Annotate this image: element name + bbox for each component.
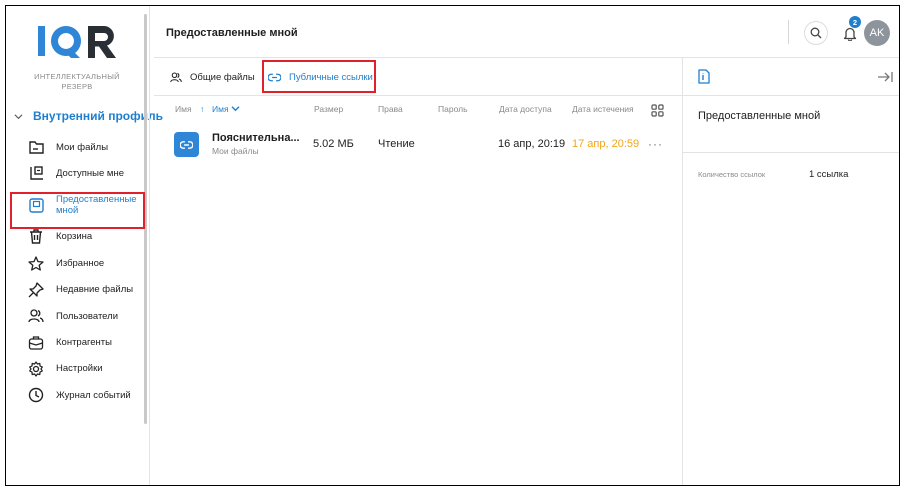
users-icon — [170, 71, 182, 82]
sidebar-divider — [149, 6, 150, 485]
more-options-button[interactable]: ··· — [648, 137, 663, 151]
chevron-down-icon — [14, 113, 23, 119]
file-size: 5.02 МБ — [313, 138, 354, 150]
sidebar-item-event-log[interactable]: Журнал событий — [6, 382, 148, 408]
column-name-header[interactable]: Имя — [175, 104, 192, 114]
details-panel-title: Предоставленные мной — [698, 110, 821, 122]
file-location: Мои файлы — [212, 146, 259, 156]
trash-icon — [28, 229, 44, 245]
file-access-date: 16 апр, 20:19 — [498, 138, 566, 150]
sidebar-item-label: Настройки — [56, 363, 103, 375]
avatar[interactable]: AK — [864, 20, 890, 46]
links-count-label: Количество ссылок — [698, 170, 766, 179]
grid-view-icon — [651, 104, 664, 117]
page-title: Предоставленные мной — [166, 27, 298, 39]
header-separator — [788, 20, 789, 44]
sidebar-item-recent-files[interactable]: Недавние файлы — [6, 277, 148, 303]
details-divider — [682, 58, 683, 485]
tab-shared-files[interactable]: Общие файлы — [170, 66, 255, 88]
sidebar-item-label: Журнал событий — [56, 389, 131, 401]
sort-dropdown[interactable]: Имя — [212, 104, 240, 114]
app-window: ИНТЕЛЛЕКТУАЛЬНЫЙ РЕЗЕРВ Внутренний профи… — [5, 5, 900, 486]
sidebar-item-users[interactable]: Пользователи — [6, 303, 148, 329]
column-access-date-header[interactable]: Дата доступа — [499, 104, 552, 114]
sidebar-nav: Мои файлы Доступные мне Предоставленные … — [6, 134, 148, 409]
folder-icon — [28, 139, 44, 155]
file-link-icon — [174, 132, 199, 157]
notification-badge: 2 — [849, 16, 861, 28]
column-password-header[interactable]: Пароль — [438, 104, 468, 114]
sidebar-item-settings[interactable]: Настройки — [6, 356, 148, 382]
search-button[interactable] — [804, 21, 828, 45]
highlight-box — [10, 192, 145, 229]
collapse-panel-button[interactable] — [877, 70, 893, 88]
sidebar-item-label: Доступные мне — [56, 168, 124, 180]
column-size-header[interactable]: Размер — [314, 104, 343, 114]
clock-icon — [28, 387, 44, 403]
link-icon — [180, 140, 193, 149]
logo-subtitle-line1: ИНТЕЛЛЕКТУАЛЬНЫЙ — [34, 72, 120, 81]
document-info-icon — [698, 69, 710, 84]
details-separator — [682, 152, 899, 153]
star-icon — [28, 255, 44, 271]
sidebar-item-label: Пользователи — [56, 310, 119, 322]
table-header: Имя ↑ Имя Размер Права Пароль Дата досту… — [154, 98, 682, 122]
logo-subtitle-line2: РЕЗЕРВ — [61, 82, 93, 91]
file-rights: Чтение — [378, 138, 415, 150]
details-tab[interactable] — [698, 69, 710, 89]
sidebar-item-contractors[interactable]: Контрагенты — [6, 329, 148, 355]
pin-icon — [28, 282, 44, 298]
sidebar-item-shared-with-me[interactable]: Доступные мне — [6, 160, 148, 186]
contractors-icon — [28, 335, 44, 351]
logo — [36, 24, 126, 60]
profile-switcher[interactable]: Внутренний профиль — [14, 109, 163, 123]
table-row[interactable]: Пояснительна... Мои файлы 5.02 МБ Чтение… — [154, 126, 682, 166]
logo-subtitle: ИНТЕЛЛЕКТУАЛЬНЫЙ РЕЗЕРВ — [6, 72, 148, 92]
sidebar-item-label: Избранное — [56, 257, 105, 269]
column-expiry-date-header[interactable]: Дата истечения — [572, 104, 634, 114]
details-panel-tabs — [682, 58, 899, 96]
chevron-down-icon — [231, 106, 240, 112]
sidebar-item-label: Контрагенты — [56, 337, 112, 349]
grid-view-button[interactable] — [651, 104, 664, 119]
users-icon — [28, 308, 44, 324]
tab-bar: Общие файлы Публичные ссылки — [154, 58, 682, 96]
links-count-value: 1 ссылка — [809, 169, 849, 180]
shared-with-me-icon — [28, 166, 44, 182]
header: Предоставленные мной 2 AK — [154, 6, 899, 58]
tab-label: Общие файлы — [190, 71, 255, 83]
sort-arrow-icon[interactable]: ↑ — [200, 104, 204, 114]
sidebar-item-label: Мои файлы — [56, 141, 109, 153]
file-name[interactable]: Пояснительна... — [212, 132, 300, 144]
gear-icon — [28, 361, 44, 377]
highlight-box — [262, 60, 376, 93]
sidebar-item-favorites[interactable]: Избранное — [6, 250, 148, 276]
file-expiry-date: 17 апр, 20:59 — [572, 138, 640, 150]
sidebar: ИНТЕЛЛЕКТУАЛЬНЫЙ РЕЗЕРВ Внутренний профи… — [6, 6, 163, 485]
collapse-right-icon — [878, 72, 893, 82]
column-rights-header[interactable]: Права — [378, 104, 403, 114]
sidebar-item-label: Недавние файлы — [56, 284, 134, 296]
sidebar-item-label: Корзина — [56, 231, 93, 243]
sidebar-item-my-files[interactable]: Мои файлы — [6, 134, 148, 160]
search-icon — [810, 27, 822, 39]
sort-by-label: Имя — [212, 104, 229, 114]
